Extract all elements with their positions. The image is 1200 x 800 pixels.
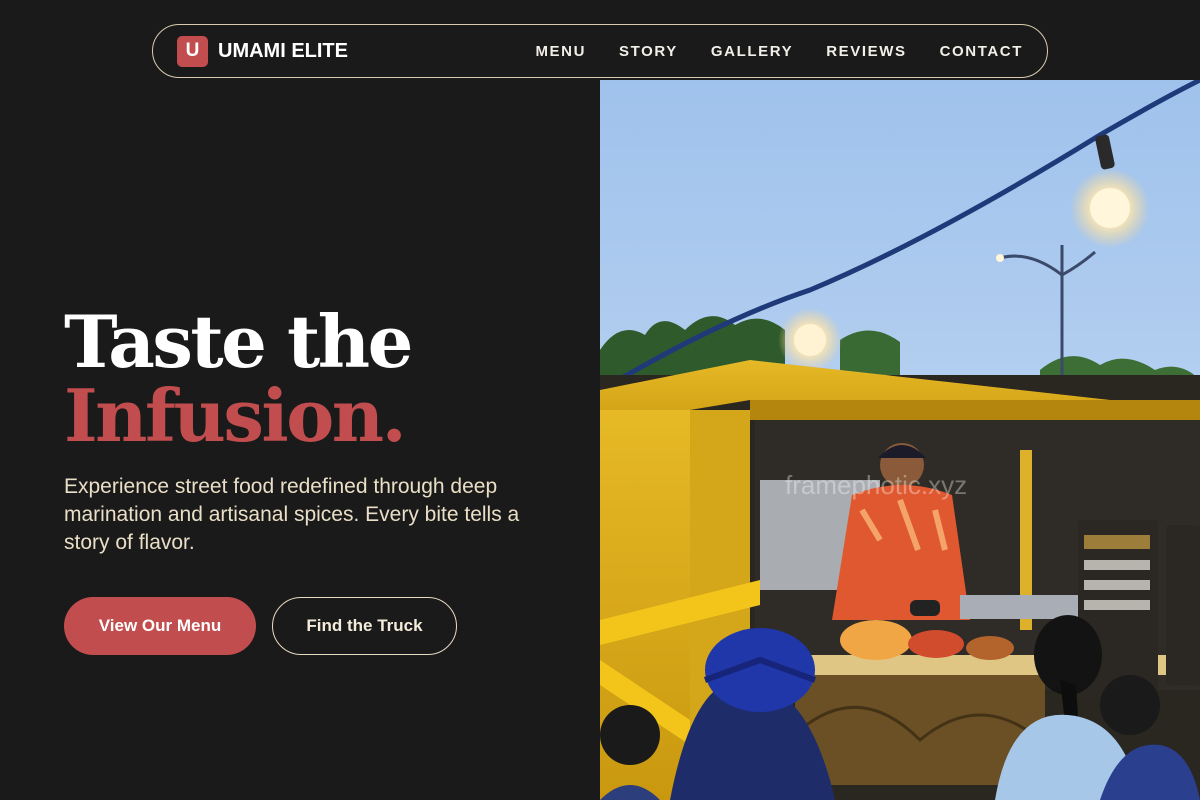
nav-link-story[interactable]: STORY (619, 43, 678, 60)
hero-title-line1: Taste the (64, 299, 413, 384)
brand-badge: U (177, 35, 208, 67)
top-navigation: U UMAMI ELITE MENU STORY GALLERY REVIEWS… (152, 24, 1048, 78)
hero-title: Taste the Infusion. (64, 299, 413, 458)
brand-logo-link[interactable]: U UMAMI ELITE (177, 35, 348, 67)
nav-link-contact[interactable]: CONTACT (940, 43, 1023, 60)
hero-subtitle: Experience street food redefined through… (64, 475, 520, 554)
find-truck-button[interactable]: Find the Truck (272, 597, 457, 655)
food-truck-photo: framephotic.xyz (600, 80, 1200, 800)
view-menu-button[interactable]: View Our Menu (64, 597, 256, 655)
nav-link-menu[interactable]: MENU (535, 43, 586, 60)
nav-link-reviews[interactable]: REVIEWS (826, 43, 906, 60)
brand-name: UMAMI ELITE (218, 39, 348, 62)
nav-links: MENU STORY GALLERY REVIEWS CONTACT (502, 43, 1023, 60)
image-watermark: framephotic.xyz (785, 470, 967, 500)
hero-title-line2: Infusion. (64, 373, 407, 458)
nav-link-gallery[interactable]: GALLERY (711, 43, 793, 60)
hero-food-truck-image: framephotic.xyz (600, 80, 1200, 800)
